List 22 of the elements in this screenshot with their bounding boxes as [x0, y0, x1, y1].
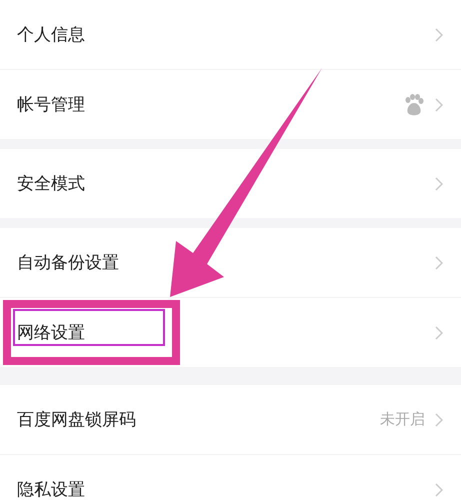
- row-label: 自动备份设置: [17, 252, 119, 274]
- row-label: 个人信息: [17, 24, 85, 46]
- row-label: 隐私设置: [17, 479, 85, 500]
- chevron-icon: [435, 176, 443, 190]
- paw-icon: [403, 94, 425, 116]
- chevron-icon: [435, 482, 443, 496]
- settings-row[interactable]: 隐私设置: [0, 454, 461, 500]
- row-label: 网络设置: [17, 322, 85, 344]
- settings-row[interactable]: 自动备份设置: [0, 228, 461, 297]
- chevron-icon: [435, 326, 443, 340]
- chevron-icon: [435, 256, 443, 270]
- chevron-icon: [435, 28, 443, 42]
- row-label: 百度网盘锁屏码: [17, 409, 136, 431]
- chevron-icon: [435, 412, 443, 426]
- settings-row[interactable]: 安全模式: [0, 149, 461, 218]
- settings-row[interactable]: 个人信息: [0, 0, 461, 69]
- row-value: 未开启: [380, 410, 425, 429]
- chevron-icon: [435, 98, 443, 112]
- settings-row[interactable]: 网络设置: [0, 297, 461, 367]
- row-label: 安全模式: [17, 173, 85, 195]
- row-label: 帐号管理: [17, 94, 85, 116]
- settings-row[interactable]: 百度网盘锁屏码 未开启: [0, 385, 461, 454]
